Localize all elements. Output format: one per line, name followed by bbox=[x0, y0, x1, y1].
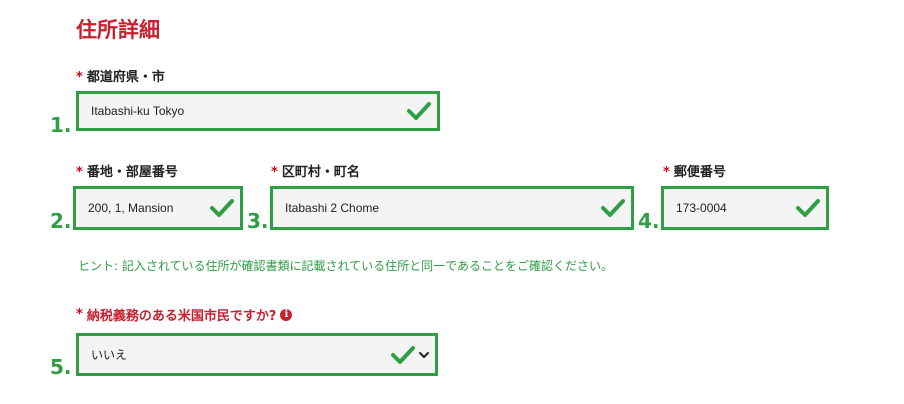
step-marker-4: 4. bbox=[638, 209, 660, 233]
postal-code-input-value: 173-0004 bbox=[676, 201, 727, 215]
check-icon bbox=[210, 199, 234, 217]
city-input-value: Itabashi-ku Tokyo bbox=[91, 104, 185, 118]
postal-label-text: 郵便番号 bbox=[673, 165, 726, 180]
street-label: * 番地・部屋番号 bbox=[76, 161, 178, 180]
postal-label: * 郵便番号 bbox=[663, 161, 726, 180]
street-label-text: 番地・部屋番号 bbox=[86, 165, 178, 180]
city-input[interactable]: Itabashi-ku Tokyo bbox=[76, 91, 440, 131]
required-mark: * bbox=[76, 307, 83, 322]
section-title: 住所詳細 bbox=[76, 18, 160, 42]
district-label: * 区町村・町名 bbox=[271, 161, 360, 180]
street-input-value: 200, 1, Mansion bbox=[88, 201, 174, 215]
city-label-text: 都道府県・市 bbox=[86, 70, 165, 85]
required-mark: * bbox=[271, 165, 278, 180]
step-marker-5: 5. bbox=[50, 355, 72, 379]
district-input[interactable]: Itabashi 2 Chome bbox=[270, 186, 634, 230]
info-icon[interactable]: i bbox=[280, 308, 293, 321]
step-marker-2: 2. bbox=[50, 209, 72, 233]
city-label: * 都道府県・市 bbox=[76, 66, 165, 85]
tax-status-select[interactable]: いいえ bbox=[76, 333, 438, 376]
check-icon bbox=[407, 102, 431, 120]
step-marker-3: 3. bbox=[247, 209, 269, 233]
tax-status-selected: いいえ bbox=[91, 348, 128, 362]
required-mark: * bbox=[76, 165, 83, 180]
tax-question-text: 納税義務のある米国市民ですか? bbox=[86, 309, 277, 324]
chevron-down-icon[interactable] bbox=[419, 350, 429, 360]
street-input[interactable]: 200, 1, Mansion bbox=[73, 186, 243, 230]
district-label-text: 区町村・町名 bbox=[281, 165, 360, 180]
tax-question-label: * 納税義務のある米国市民ですか? i bbox=[76, 305, 293, 324]
check-icon bbox=[796, 199, 820, 217]
address-hint: ヒント: 記入されている住所が確認書類に記載されている住所と同一であることをご確… bbox=[78, 259, 614, 273]
required-mark: * bbox=[663, 165, 670, 180]
required-mark: * bbox=[76, 70, 83, 85]
step-marker-1: 1. bbox=[50, 113, 72, 137]
district-input-value: Itabashi 2 Chome bbox=[285, 201, 380, 215]
check-icon bbox=[391, 345, 415, 364]
postal-code-input[interactable]: 173-0004 bbox=[661, 186, 829, 230]
check-icon bbox=[601, 199, 625, 217]
